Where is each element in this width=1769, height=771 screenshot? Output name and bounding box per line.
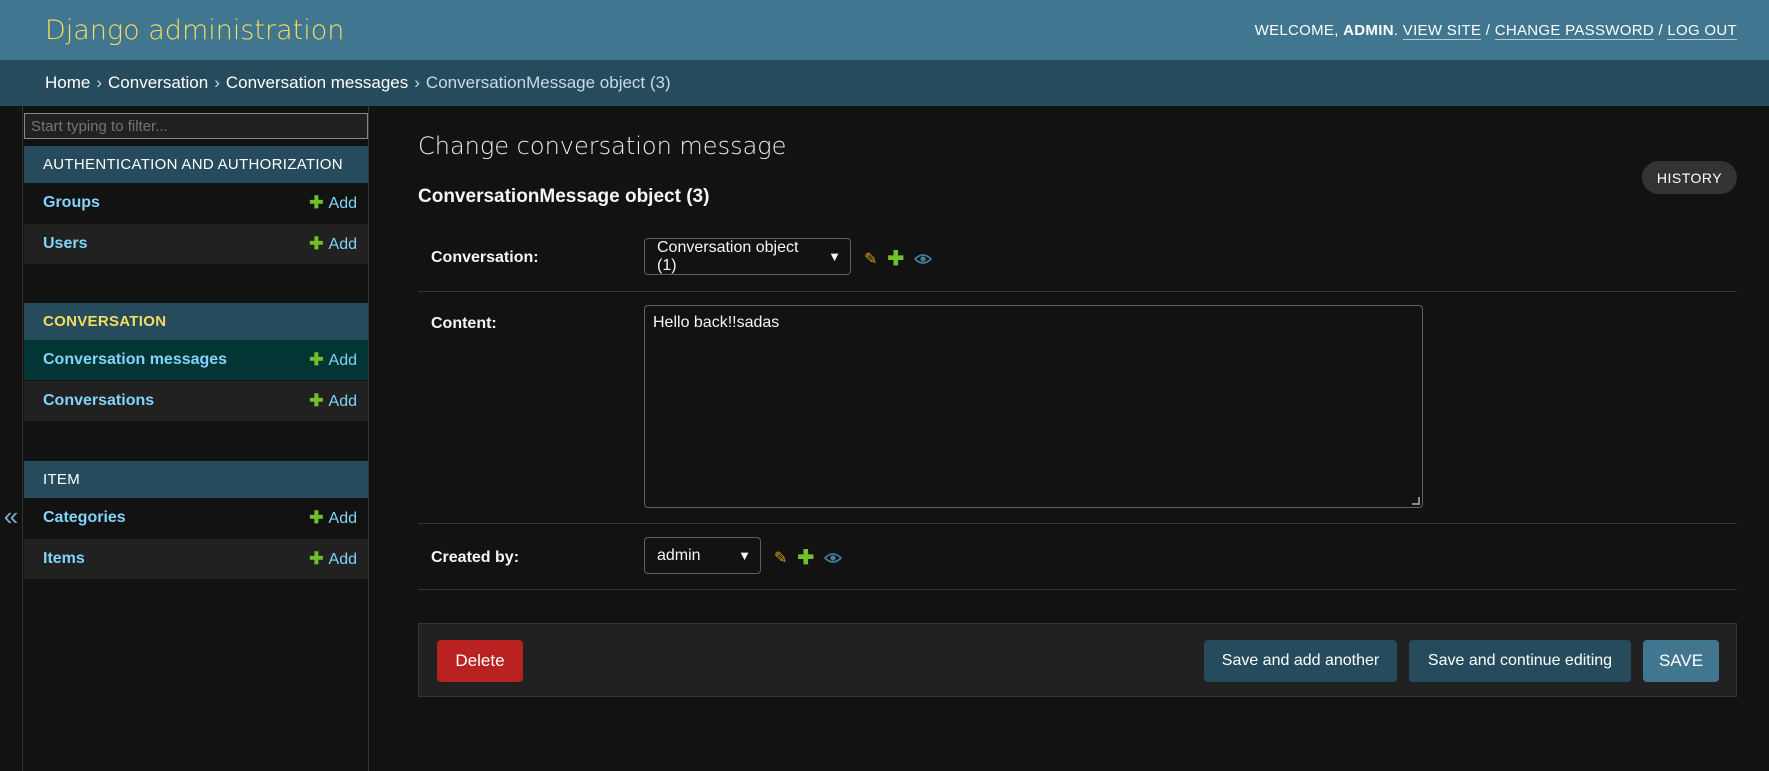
add-items-button[interactable]: ✚ Add [309,549,357,569]
add-label: Add [328,352,357,369]
sidebar-item-label[interactable]: Conversation messages [43,351,227,369]
add-conversations-button[interactable]: ✚ Add [309,391,357,411]
created-by-select-value: admin [657,546,701,564]
breadcrumb-separator: › [414,73,420,92]
plus-icon: ✚ [309,391,324,410]
add-label: Add [328,393,357,410]
header: Django administration Welcome, admin. Vi… [0,0,1769,60]
sidebar-item-conversation-messages: Conversation messages ✚ Add [24,340,368,381]
view-site-link[interactable]: View site [1402,21,1482,40]
sidebar-item-conversations: Conversations ✚ Add [24,381,368,422]
sidebar-item-label[interactable]: Groups [43,194,100,212]
add-label: Add [328,195,357,212]
eye-icon[interactable] [914,253,933,265]
delete-button[interactable]: Delete [437,640,523,682]
created-by-related-actions: ✎ ✚ [774,545,843,570]
sidebar-item-label[interactable]: Categories [43,509,126,527]
sidebar-item-categories: Categories ✚ Add [24,498,368,539]
welcome-text: Welcome, [1254,21,1339,39]
add-label: Add [328,551,357,568]
save-and-add-another-button[interactable]: Save and add another [1204,640,1397,682]
submit-row: Delete Save and add another Save and con… [418,623,1737,697]
app-module-item: Item Categories ✚ Add Items ✚ Add [24,461,368,580]
created-by-label: Created by: [431,549,520,566]
plus-icon[interactable]: ✚ [887,246,904,271]
sidebar-item-label[interactable]: Items [43,550,85,568]
sidebar-item-label[interactable]: Users [43,235,87,253]
sidebar-item-label[interactable]: Conversations [43,392,154,410]
nav-filter-input[interactable] [24,113,368,139]
form-row-conversation: Conversation: Conversation object (1) ▼ … [418,224,1737,292]
breadcrumb-separator: › [96,73,103,92]
breadcrumb-separator: › [214,73,220,92]
sidebar-item-users: Users ✚ Add [24,224,368,265]
add-label: Add [328,236,357,253]
conversation-label: Conversation: [431,249,539,266]
form-row-content: Content: Hello back!!sadas [418,292,1737,524]
created-by-select[interactable]: admin ▼ [644,537,761,574]
plus-icon: ✚ [309,508,324,527]
add-label: Add [328,510,357,527]
add-categories-button[interactable]: ✚ Add [309,508,357,528]
object-title: ConversationMessage object (3) [418,186,710,207]
log-out-link[interactable]: Log out [1667,21,1737,40]
history-button[interactable]: History [1642,161,1737,194]
app-caption-conversation[interactable]: Conversation [24,303,368,340]
pencil-icon[interactable]: ✎ [864,249,877,269]
breadcrumb-app[interactable]: Conversation [108,73,208,93]
breadcrumb-model[interactable]: Conversation messages [226,73,408,93]
page-title: Change conversation message [418,132,787,160]
collapse-sidebar-icon[interactable]: « [0,106,23,771]
content-textarea[interactable]: Hello back!!sadas [644,305,1423,508]
plus-icon: ✚ [309,193,324,212]
sidebar-item-items: Items ✚ Add [24,539,368,580]
change-password-link[interactable]: Change password [1494,21,1654,40]
add-users-button[interactable]: ✚ Add [309,234,357,254]
conversation-select-value: Conversation object (1) [657,238,799,274]
user-tools-separator: / [1658,21,1663,39]
app-caption-auth[interactable]: Authentication and Authorization [24,146,368,183]
chevron-down-icon: ▼ [828,249,841,264]
content-label: Content: [431,315,497,332]
plus-icon[interactable]: ✚ [797,545,814,570]
user-tools: Welcome, admin. View site / Change passw… [1254,21,1737,40]
add-groups-button[interactable]: ✚ Add [309,193,357,213]
chevron-down-icon: ▼ [738,548,751,563]
save-and-continue-button[interactable]: Save and continue editing [1409,640,1631,682]
conversation-select[interactable]: Conversation object (1) ▼ [644,238,851,275]
form-row-created-by: Created by: admin ▼ ✎ ✚ [418,524,1737,590]
plus-icon: ✚ [309,549,324,568]
plus-icon: ✚ [309,234,324,253]
breadcrumb: Home › Conversation › Conversation messa… [0,60,1769,106]
user-tools-separator: / [1485,21,1491,39]
eye-icon[interactable] [824,552,843,564]
pencil-icon[interactable]: ✎ [774,548,787,568]
app-module-auth: Authentication and Authorization Groups … [24,146,368,265]
site-name[interactable]: Django administration [45,15,344,46]
breadcrumb-current: ConversationMessage object (3) [425,73,671,92]
save-button[interactable]: Save [1643,640,1719,682]
resize-handle-icon[interactable] [1412,497,1420,505]
add-conversation-messages-button[interactable]: ✚ Add [309,350,357,370]
app-caption-item[interactable]: Item [24,461,368,498]
sidebar-item-groups: Groups ✚ Add [24,183,368,224]
nav-sidebar: « Authentication and Authorization Group… [0,106,369,771]
app-module-conversation: Conversation Conversation messages ✚ Add … [24,303,368,422]
content-textarea-value: Hello back!!sadas [653,314,780,331]
username: admin [1343,21,1394,39]
breadcrumb-home[interactable]: Home [45,73,90,93]
conversation-related-actions: ✎ ✚ [864,246,933,271]
plus-icon: ✚ [309,350,324,369]
